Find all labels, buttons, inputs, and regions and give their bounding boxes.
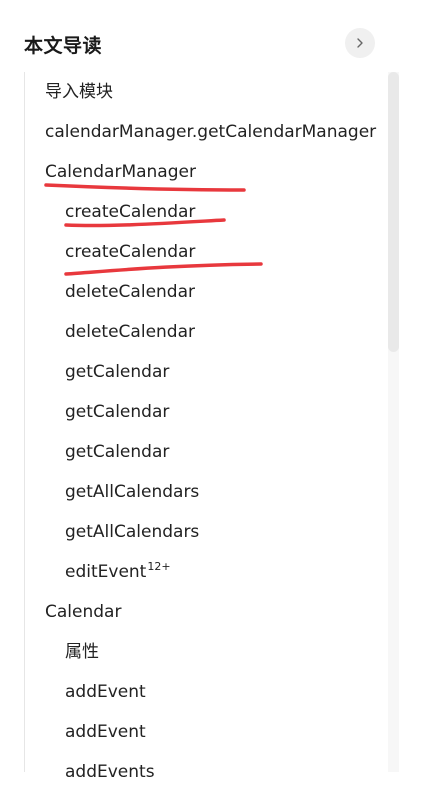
toc-item-label: 属性: [65, 642, 99, 662]
toc-item[interactable]: addEvent: [25, 672, 400, 712]
toc-scrollbar[interactable]: [388, 72, 399, 772]
toc-item-label: getCalendar: [65, 442, 170, 462]
toc-nav: 导入模块 calendarManager.getCalendarManager Ca…: [24, 72, 400, 782]
chevron-right-icon: [357, 38, 363, 48]
toc-item-label: createCalendar: [65, 202, 196, 222]
toc-item[interactable]: createCalendar: [25, 232, 400, 272]
toc-scrollbar-thumb[interactable]: [388, 72, 399, 352]
toc-item[interactable]: getCalendar: [25, 392, 400, 432]
toc-list: 导入模块 calendarManager.getCalendarManager Ca…: [25, 72, 400, 792]
toc-item-label: getAllCalendars: [65, 482, 200, 502]
toc-item-label: Calendar: [45, 602, 122, 622]
toc-item-label: createCalendar: [65, 242, 196, 262]
toc-title: 本文导读: [24, 35, 103, 57]
toc-item[interactable]: getAllCalendars: [25, 512, 400, 552]
collapse-toc-button[interactable]: [345, 28, 375, 58]
toc-item[interactable]: editEvent12+: [25, 552, 400, 592]
toc-header: 本文导读: [24, 28, 375, 58]
version-superscript: 12+: [147, 560, 171, 573]
toc-item[interactable]: addEvents: [25, 752, 400, 792]
toc-item[interactable]: deleteCalendar: [25, 272, 400, 312]
toc-item-label: getAllCalendars: [65, 522, 200, 542]
toc-item-label: getCalendar: [65, 362, 170, 382]
toc-item[interactable]: 属性: [25, 632, 400, 672]
toc-item[interactable]: getAllCalendars: [25, 472, 400, 512]
toc-item[interactable]: createCalendar: [25, 192, 400, 232]
toc-item-label: CalendarManager: [45, 162, 196, 182]
toc-item[interactable]: deleteCalendar: [25, 312, 400, 352]
toc-item-label: addEvents: [65, 762, 155, 782]
toc-item[interactable]: getCalendar: [25, 432, 400, 472]
toc-item[interactable]: addEvent: [25, 712, 400, 752]
toc-item[interactable]: 导入模块: [25, 72, 400, 112]
toc-item[interactable]: CalendarManager: [25, 152, 400, 192]
toc-item-label: editEvent: [65, 562, 147, 582]
toc-item-label: 导入模块: [45, 82, 113, 102]
toc-item-label: deleteCalendar: [65, 282, 195, 302]
toc-item-label: getCalendar: [65, 402, 170, 422]
toc-item[interactable]: calendarManager.getCalendarManager: [25, 112, 400, 152]
toc-item-label: addEvent: [65, 722, 146, 742]
toc-item[interactable]: getCalendar: [25, 352, 400, 392]
toc-item-label: deleteCalendar: [65, 322, 195, 342]
toc-item[interactable]: Calendar: [25, 592, 400, 632]
toc-item-label: addEvent: [65, 682, 146, 702]
toc-item-label: calendarManager.getCalendarManager: [45, 122, 377, 142]
